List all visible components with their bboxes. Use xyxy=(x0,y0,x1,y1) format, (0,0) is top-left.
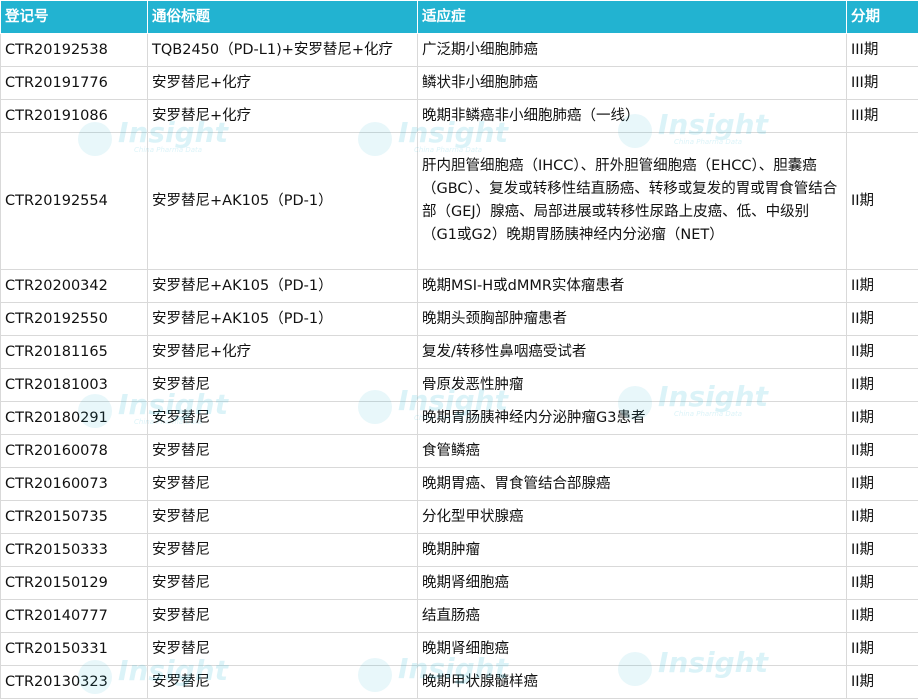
cell-title: 安罗替尼 xyxy=(147,599,418,633)
cell-indication: 晚期头颈胸部肿瘤患者 xyxy=(417,302,847,336)
cell-title: 安罗替尼+AK105（PD-1） xyxy=(147,269,418,303)
header-indication[interactable]: 适应症 xyxy=(417,0,847,34)
cell-reg-no: CTR20181165 xyxy=(0,335,148,369)
header-phase[interactable]: 分期 xyxy=(846,0,918,34)
cell-title: 安罗替尼+AK105（PD-1） xyxy=(147,132,418,270)
table-row: CTR20192538 TQB2450（PD-L1)+安罗替尼+化疗 广泛期小细… xyxy=(0,33,918,67)
cell-reg-no: CTR20150735 xyxy=(0,500,148,534)
cell-indication: 晚期甲状腺髓样癌 xyxy=(417,665,847,699)
cell-phase: II期 xyxy=(846,599,918,633)
cell-reg-no: CTR20180291 xyxy=(0,401,148,435)
cell-title: 安罗替尼 xyxy=(147,368,418,402)
cell-indication: 分化型甲状腺癌 xyxy=(417,500,847,534)
cell-phase: II期 xyxy=(846,533,918,567)
cell-title: 安罗替尼 xyxy=(147,533,418,567)
cell-phase: II期 xyxy=(846,665,918,699)
cell-reg-no: CTR20191776 xyxy=(0,66,148,100)
table-row: CTR20191086 安罗替尼+化疗 晚期非鳞癌非小细胞肺癌（一线） III期 xyxy=(0,99,918,133)
trials-table: 登记号 通俗标题 适应症 分期 CTR20192538 TQB2450（PD-L… xyxy=(0,0,918,699)
cell-indication: 肝内胆管细胞癌（IHCC）、肝外胆管细胞癌（EHCC）、胆囊癌（GBC）、复发或… xyxy=(417,132,847,270)
cell-phase: II期 xyxy=(846,302,918,336)
cell-title: 安罗替尼 xyxy=(147,566,418,600)
table-row: CTR20150735 安罗替尼 分化型甲状腺癌 II期 xyxy=(0,500,918,534)
cell-indication: 鳞状非小细胞肺癌 xyxy=(417,66,847,100)
cell-reg-no: CTR20200342 xyxy=(0,269,148,303)
cell-reg-no: CTR20160073 xyxy=(0,467,148,501)
header-row: 登记号 通俗标题 适应症 分期 xyxy=(0,0,918,34)
cell-reg-no: CTR20130323 xyxy=(0,665,148,699)
cell-phase: II期 xyxy=(846,500,918,534)
table-row: CTR20140777 安罗替尼 结直肠癌 II期 xyxy=(0,599,918,633)
table-row: CTR20192554 安罗替尼+AK105（PD-1） 肝内胆管细胞癌（IHC… xyxy=(0,132,918,270)
table-row: CTR20191776 安罗替尼+化疗 鳞状非小细胞肺癌 III期 xyxy=(0,66,918,100)
cell-reg-no: CTR20181003 xyxy=(0,368,148,402)
cell-indication: 晚期肿瘤 xyxy=(417,533,847,567)
cell-reg-no: CTR20192550 xyxy=(0,302,148,336)
cell-indication: 晚期非鳞癌非小细胞肺癌（一线） xyxy=(417,99,847,133)
cell-indication: 晚期胃肠胰神经内分泌肿瘤G3患者 xyxy=(417,401,847,435)
cell-indication: 晚期胃癌、胃食管结合部腺癌 xyxy=(417,467,847,501)
cell-title: 安罗替尼 xyxy=(147,500,418,534)
cell-phase: III期 xyxy=(846,99,918,133)
cell-title: 安罗替尼 xyxy=(147,401,418,435)
cell-indication: 晚期MSI-H或dMMR实体瘤患者 xyxy=(417,269,847,303)
cell-reg-no: CTR20150333 xyxy=(0,533,148,567)
table-row: CTR20180291 安罗替尼 晚期胃肠胰神经内分泌肿瘤G3患者 II期 xyxy=(0,401,918,435)
header-reg-no[interactable]: 登记号 xyxy=(0,0,148,34)
cell-title: 安罗替尼+化疗 xyxy=(147,99,418,133)
cell-reg-no: CTR20150331 xyxy=(0,632,148,666)
table-row: CTR20181165 安罗替尼+化疗 复发/转移性鼻咽癌受试者 II期 xyxy=(0,335,918,369)
cell-phase: II期 xyxy=(846,335,918,369)
cell-phase: II期 xyxy=(846,467,918,501)
table-row: CTR20160078 安罗替尼 食管鳞癌 II期 xyxy=(0,434,918,468)
cell-phase: II期 xyxy=(846,401,918,435)
cell-reg-no: CTR20150129 xyxy=(0,566,148,600)
table-row: CTR20160073 安罗替尼 晚期胃癌、胃食管结合部腺癌 II期 xyxy=(0,467,918,501)
cell-title: 安罗替尼 xyxy=(147,434,418,468)
cell-title: TQB2450（PD-L1)+安罗替尼+化疗 xyxy=(147,33,418,67)
cell-phase: II期 xyxy=(846,434,918,468)
cell-indication: 结直肠癌 xyxy=(417,599,847,633)
cell-reg-no: CTR20160078 xyxy=(0,434,148,468)
cell-reg-no: CTR20192538 xyxy=(0,33,148,67)
cell-indication: 食管鳞癌 xyxy=(417,434,847,468)
table-row: CTR20181003 安罗替尼 骨原发恶性肿瘤 II期 xyxy=(0,368,918,402)
cell-phase: II期 xyxy=(846,269,918,303)
cell-indication: 广泛期小细胞肺癌 xyxy=(417,33,847,67)
table-row: CTR20150331 安罗替尼 晚期肾细胞癌 II期 xyxy=(0,632,918,666)
cell-title: 安罗替尼 xyxy=(147,632,418,666)
table-row: CTR20192550 安罗替尼+AK105（PD-1） 晚期头颈胸部肿瘤患者 … xyxy=(0,302,918,336)
cell-title: 安罗替尼 xyxy=(147,467,418,501)
cell-reg-no: CTR20192554 xyxy=(0,132,148,270)
table-row: CTR20150129 安罗替尼 晚期肾细胞癌 II期 xyxy=(0,566,918,600)
cell-title: 安罗替尼+化疗 xyxy=(147,335,418,369)
cell-title: 安罗替尼+AK105（PD-1） xyxy=(147,302,418,336)
cell-phase: II期 xyxy=(846,132,918,270)
table-row: CTR20150333 安罗替尼 晚期肿瘤 II期 xyxy=(0,533,918,567)
cell-phase: II期 xyxy=(846,632,918,666)
cell-phase: II期 xyxy=(846,368,918,402)
cell-phase: III期 xyxy=(846,33,918,67)
cell-indication: 复发/转移性鼻咽癌受试者 xyxy=(417,335,847,369)
cell-indication: 晚期肾细胞癌 xyxy=(417,632,847,666)
cell-indication: 晚期肾细胞癌 xyxy=(417,566,847,600)
cell-title: 安罗替尼 xyxy=(147,665,418,699)
header-title[interactable]: 通俗标题 xyxy=(147,0,418,34)
cell-indication: 骨原发恶性肿瘤 xyxy=(417,368,847,402)
cell-title: 安罗替尼+化疗 xyxy=(147,66,418,100)
cell-reg-no: CTR20191086 xyxy=(0,99,148,133)
cell-phase: III期 xyxy=(846,66,918,100)
cell-reg-no: CTR20140777 xyxy=(0,599,148,633)
table-row: CTR20130323 安罗替尼 晚期甲状腺髓样癌 II期 xyxy=(0,665,918,699)
cell-phase: II期 xyxy=(846,566,918,600)
table-row: CTR20200342 安罗替尼+AK105（PD-1） 晚期MSI-H或dMM… xyxy=(0,269,918,303)
